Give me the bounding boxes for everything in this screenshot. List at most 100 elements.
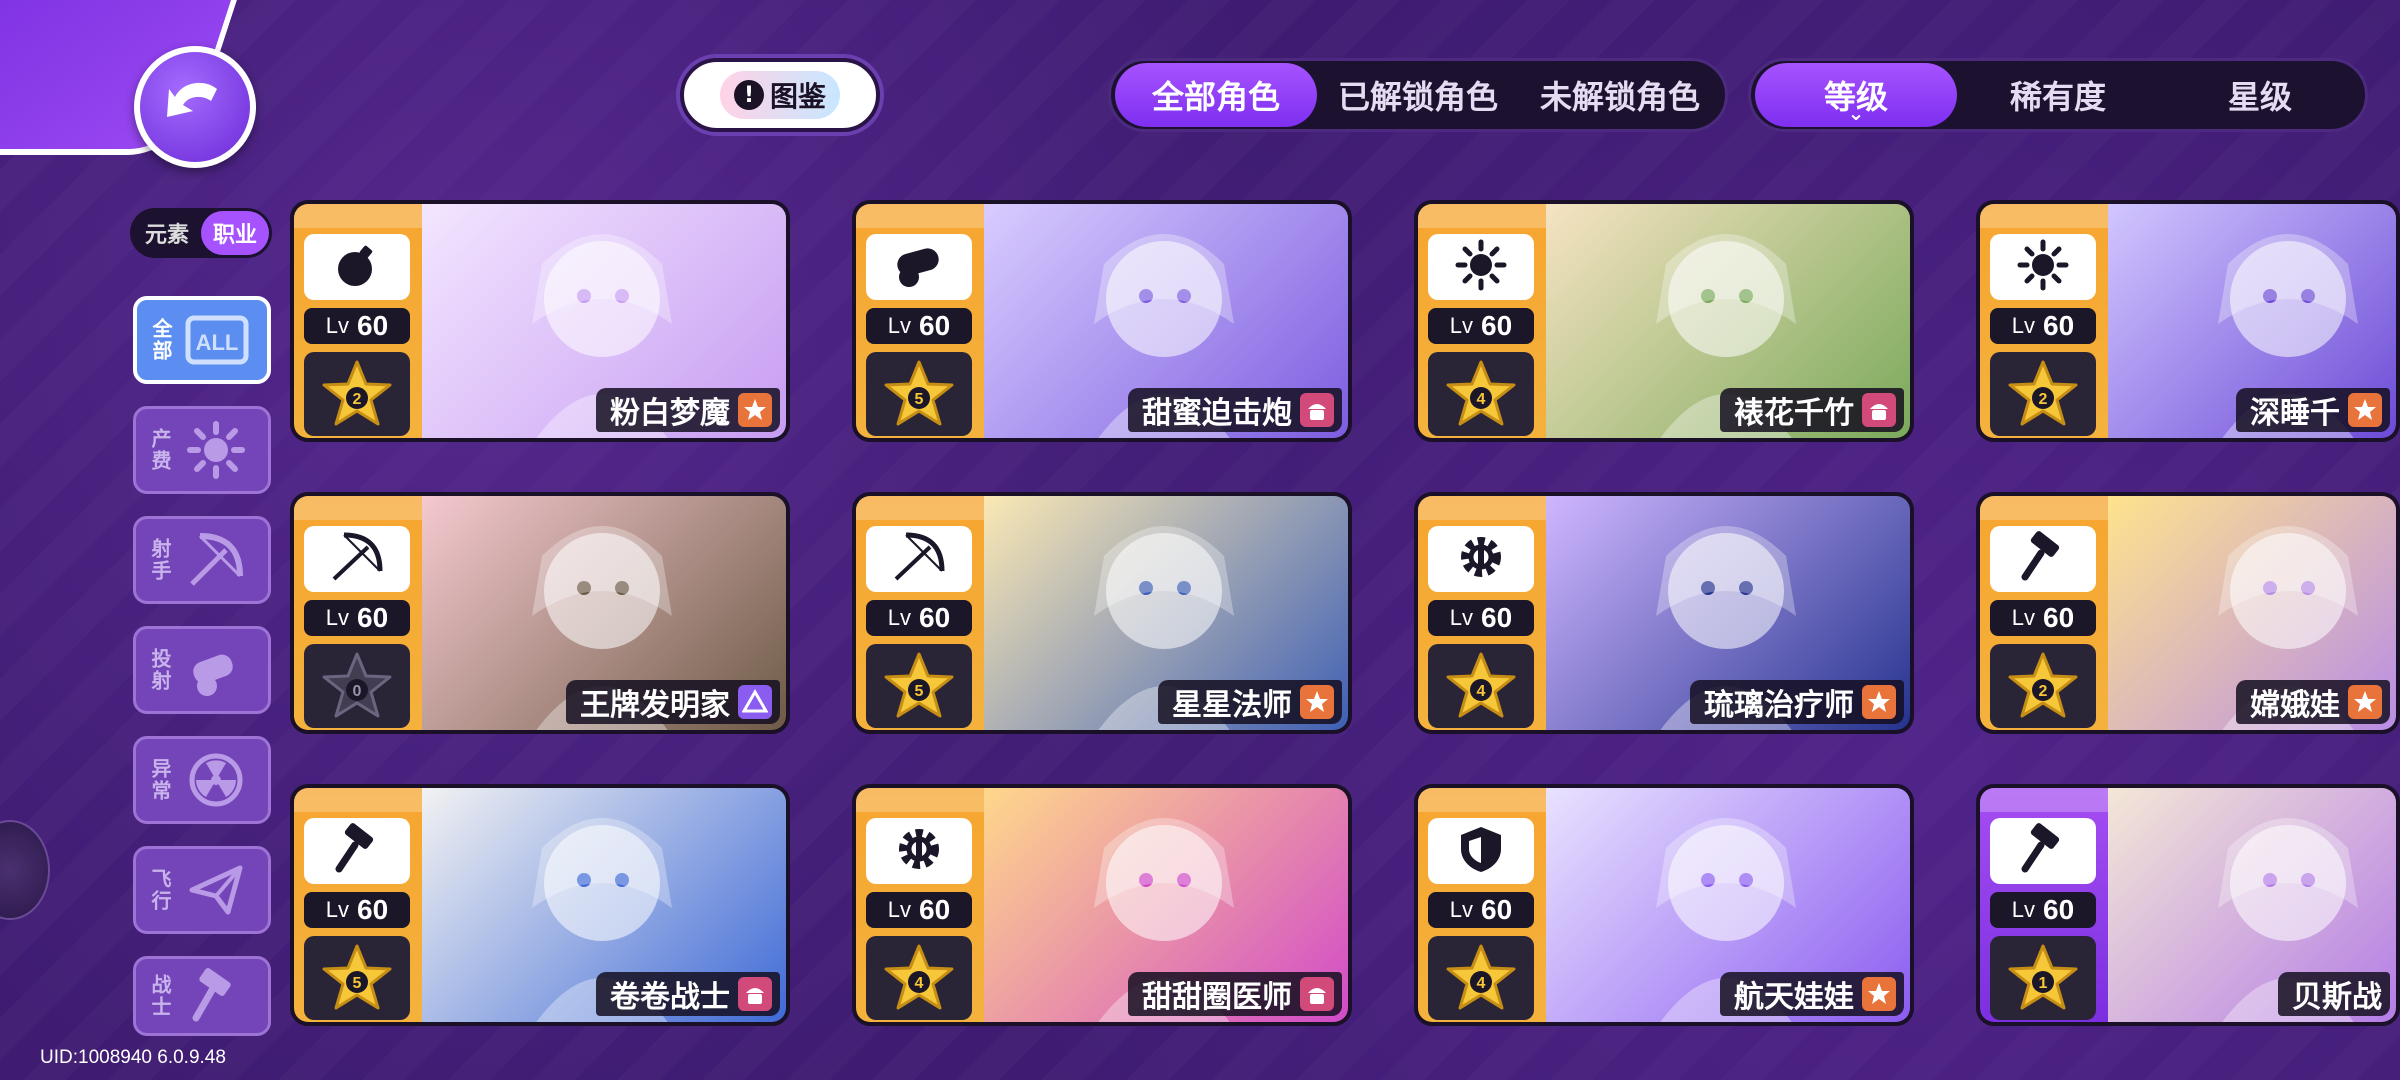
class-icon-box	[1428, 526, 1534, 592]
hammer-icon	[2017, 531, 2069, 587]
sidebar-item-all[interactable]: 全部 ALL	[133, 296, 271, 384]
character-card[interactable]: Lv 60 1 贝斯战	[1976, 784, 2400, 1026]
paper-plane-icon	[181, 855, 251, 925]
all-icon: ALL	[182, 305, 252, 375]
bow-icon	[892, 531, 946, 587]
sidebar-item-label: 射手	[148, 538, 172, 582]
handbook-inner: ! 图鉴	[719, 71, 840, 119]
level-value: 60	[2043, 310, 2075, 341]
character-card[interactable]: Lv 60 2 粉白梦魔	[290, 200, 790, 442]
tab-unlocked-roles[interactable]: 已解锁角色	[1317, 63, 1519, 127]
character-name-plate: 星星法师	[1158, 680, 1342, 724]
level-label: Lv	[1449, 313, 1474, 338]
exclamation-icon: !	[733, 80, 764, 110]
level-value: 60	[1481, 894, 1513, 925]
character-name: 深睡千	[2250, 396, 2340, 431]
level-display: Lv 60	[866, 600, 972, 636]
character-card[interactable]: Lv 60 5 甜蜜迫击炮	[852, 200, 1352, 442]
character-card[interactable]: Lv 60 5 卷卷战士	[290, 784, 790, 1026]
sort-level[interactable]: 等级 ⌄	[1755, 63, 1957, 127]
toggle-class[interactable]: 职业	[201, 211, 269, 255]
svg-text:5: 5	[915, 391, 924, 408]
sort-rarity[interactable]: 稀有度	[1957, 63, 2159, 127]
character-card[interactable]: Lv 60 4 航天娃娃	[1414, 784, 1914, 1026]
sidebar-item-anomaly[interactable]: 异常	[133, 736, 271, 824]
toggle-element[interactable]: 元素	[133, 211, 201, 255]
character-name: 航天娃娃	[1734, 980, 1854, 1015]
sort-filter: 等级 ⌄ 稀有度 星级	[1748, 58, 2368, 132]
svg-text:5: 5	[915, 683, 924, 700]
star-rank-icon: 1	[1990, 936, 2096, 1020]
svg-text:5: 5	[353, 975, 362, 992]
character-card[interactable]: Lv 60 4 琉璃治疗师	[1414, 492, 1914, 734]
level-display: Lv 60	[304, 600, 410, 636]
star-rank-icon: 4	[1428, 352, 1534, 436]
character-card[interactable]: Lv 60 0 王牌发明家	[290, 492, 790, 734]
sidebar-item-archer[interactable]: 射手	[133, 516, 271, 604]
svg-text:0: 0	[353, 683, 362, 700]
svg-text:4: 4	[915, 975, 924, 992]
uid-label: UID:1008940 6.0.9.48	[40, 1047, 226, 1068]
bomb-icon	[331, 239, 383, 295]
level-label: Lv	[1449, 605, 1474, 630]
class-icon-box	[304, 526, 410, 592]
svg-text:2: 2	[2039, 683, 2048, 700]
character-card[interactable]: Lv 60 2 深睡千	[1976, 200, 2400, 442]
character-name-plate: 卷卷战士	[596, 972, 780, 1016]
level-label: Lv	[325, 605, 350, 630]
star-rank-icon: 2	[1990, 644, 2096, 728]
bow-icon	[330, 531, 384, 587]
gear-icon	[893, 823, 945, 879]
character-card[interactable]: Lv 60 4 裱花千竹	[1414, 200, 1914, 442]
character-card[interactable]: Lv 60 4 甜甜圈医师	[852, 784, 1352, 1026]
level-display: Lv 60	[1428, 600, 1534, 636]
svg-text:2: 2	[353, 391, 362, 408]
role-filter: 全部角色 已解锁角色 未解锁角色	[1108, 58, 1728, 132]
character-name-plate: 贝斯战	[2278, 972, 2390, 1016]
tab-locked-roles[interactable]: 未解锁角色	[1519, 63, 1721, 127]
level-display: Lv 60	[1990, 308, 2096, 344]
star-badge-icon	[2348, 685, 2382, 719]
level-display: Lv 60	[304, 308, 410, 344]
character-name: 星星法师	[1172, 688, 1292, 723]
class-icon-box	[866, 234, 972, 300]
level-label: Lv	[887, 313, 912, 338]
character-card[interactable]: Lv 60 5 星星法师	[852, 492, 1352, 734]
star-rank-icon: 2	[304, 352, 410, 436]
level-label: Lv	[1449, 897, 1474, 922]
cupcake-badge-icon	[1300, 393, 1334, 427]
shield-icon	[1455, 823, 1507, 879]
handbook-label: 图鉴	[769, 80, 826, 113]
svg-text:4: 4	[1477, 683, 1486, 700]
tab-all-roles[interactable]: 全部角色	[1115, 63, 1317, 127]
character-name: 贝斯战	[2292, 980, 2382, 1015]
level-label: Lv	[887, 605, 912, 630]
level-label: Lv	[325, 897, 350, 922]
character-name: 琉璃治疗师	[1704, 688, 1854, 723]
character-name-plate: 航天娃娃	[1720, 972, 1904, 1016]
svg-text:4: 4	[1477, 391, 1486, 408]
sidebar-item-projectile[interactable]: 投射	[133, 626, 271, 714]
level-value: 60	[2043, 894, 2075, 925]
level-label: Lv	[2011, 897, 2036, 922]
back-button[interactable]	[134, 46, 256, 168]
star-badge-icon	[738, 393, 772, 427]
sort-stars[interactable]: 星级	[2159, 63, 2361, 127]
sidebar-item-producer[interactable]: 产费	[133, 406, 271, 494]
star-rank-icon: 5	[866, 352, 972, 436]
handbook-button[interactable]: ! 图鉴	[680, 58, 880, 132]
sidebar-item-label: 全部	[149, 318, 173, 362]
class-icon-box	[1428, 818, 1534, 884]
level-display: Lv 60	[1990, 600, 2096, 636]
level-label: Lv	[325, 313, 350, 338]
sidebar-item-flying[interactable]: 飞行	[133, 846, 271, 934]
level-value: 60	[357, 602, 389, 633]
class-icon-box	[1428, 234, 1534, 300]
cupcake-badge-icon	[1862, 393, 1896, 427]
sidebar-item-label: 投射	[148, 648, 172, 692]
sidebar-item-warrior[interactable]: 战士	[133, 956, 271, 1036]
character-card[interactable]: Lv 60 2 嫦娥娃	[1976, 492, 2400, 734]
star-rank-icon: 5	[304, 936, 410, 1020]
category-toggle: 元素 职业	[130, 208, 272, 258]
level-label: Lv	[2011, 605, 2036, 630]
